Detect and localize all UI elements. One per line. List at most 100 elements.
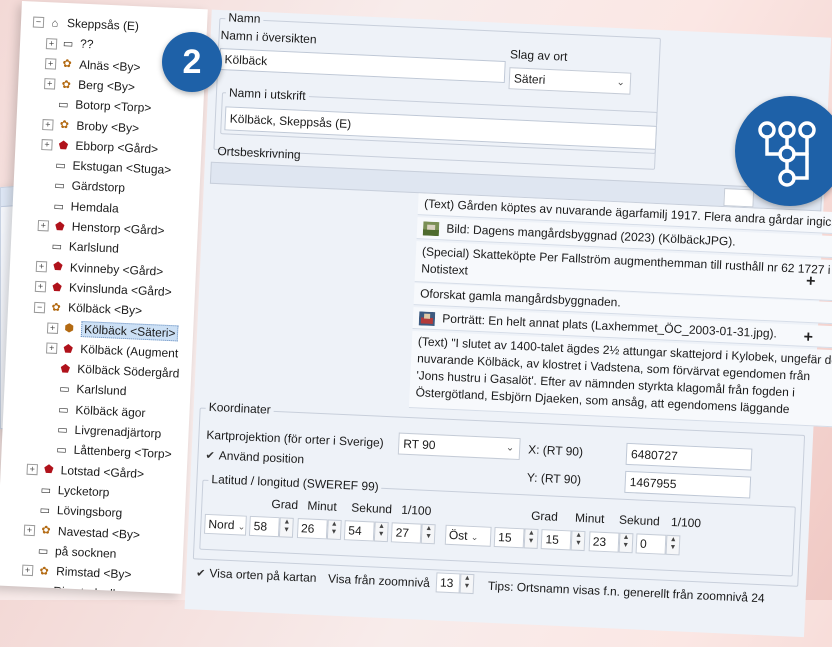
- tree-node-label: Ebborp <Gård>: [75, 138, 159, 157]
- lat-minut-input[interactable]: 26: [296, 518, 328, 540]
- place-icon: ▭: [35, 585, 47, 594]
- farm-icon: ⬟: [51, 281, 63, 294]
- lat-sekund-spinner[interactable]: ▲ ▼: [373, 521, 389, 543]
- lon-grad-input[interactable]: 15: [493, 526, 525, 549]
- portrait-thumbnail-icon: [418, 311, 436, 326]
- zoom-label: Visa från zoomnivå: [327, 571, 431, 591]
- region-icon: ⌂: [51, 17, 59, 30]
- zoom-input[interactable]: 13: [435, 572, 461, 594]
- expand-icon[interactable]: +: [26, 463, 38, 476]
- kartprojektion-value: RT 90: [402, 436, 436, 453]
- expand-icon[interactable]: +: [37, 220, 50, 232]
- lon-sekund-spinner[interactable]: ▲ ▼: [618, 532, 634, 554]
- app-scene: − ⌂ Skeppsås (E) + ▭?? + ✿ Alnäs <By> + ✿ Berg <By…: [0, 0, 832, 638]
- lat-direction-select[interactable]: Nord ⌄: [203, 513, 247, 536]
- village-icon: ✿: [59, 119, 70, 132]
- chevron-down-icon: ⌄: [237, 521, 246, 532]
- add-plus-icon[interactable]: +: [803, 329, 813, 347]
- slag-value: Säteri: [513, 71, 546, 87]
- hierarchy-glyph: [758, 121, 816, 187]
- farm-icon: ⬟: [63, 342, 74, 356]
- tree-node-label: Botorp <Torp>: [75, 97, 152, 116]
- expand-icon[interactable]: +: [45, 37, 58, 50]
- farm-icon: ⬟: [58, 139, 69, 152]
- expand-icon[interactable]: +: [34, 281, 47, 293]
- manor-icon: ⬢: [64, 322, 75, 336]
- lon-hundra-spinner[interactable]: ▲ ▼: [665, 534, 681, 556]
- expand-icon[interactable]: +: [21, 565, 34, 577]
- tree-node-label: Skeppsås (E): [66, 16, 140, 34]
- tree-node-label: Gärdstorp: [71, 178, 126, 196]
- chevron-down-icon: ⌄: [470, 531, 479, 543]
- lon-minut-input[interactable]: 15: [541, 529, 572, 551]
- step-number-badge: 2: [162, 32, 222, 92]
- place-icon: ▭: [53, 200, 65, 213]
- lat-minut-spinner[interactable]: ▲ ▼: [326, 519, 342, 541]
- lat-minut-header: Minut: [307, 498, 338, 514]
- expand-icon[interactable]: +: [46, 342, 58, 355]
- tree-node-label: Navestad <By>: [57, 523, 141, 542]
- tree-node-label: Rimstad <By>: [55, 564, 132, 582]
- lon-direction-select[interactable]: Öst ⌄: [444, 524, 492, 547]
- tree-node-label: Berg <By>: [77, 77, 136, 95]
- expand-icon[interactable]: +: [41, 139, 53, 151]
- expand-icon[interactable]: +: [44, 58, 57, 70]
- place-icon: ▭: [57, 423, 69, 437]
- place-icon: ▭: [55, 159, 67, 173]
- zoom-spinner[interactable]: ▲ ▼: [459, 573, 475, 595]
- x-label: X: (RT 90): [527, 442, 584, 459]
- tree-node-label: Livgrenadjärtorp: [74, 422, 162, 441]
- tree-node[interactable]: + ▭??: [45, 32, 94, 54]
- lon-sekund-header: Sekund: [618, 512, 661, 529]
- tree-node-label: Kölbäck Södergård: [77, 361, 180, 381]
- lat-sekund-input[interactable]: 54: [343, 520, 375, 542]
- expand-icon[interactable]: +: [43, 78, 56, 90]
- lon-hundra-input[interactable]: 0: [635, 533, 667, 555]
- tree-node-label: Rimstadvallen: [52, 584, 129, 594]
- lat-hundra-header: 1/100: [400, 502, 432, 519]
- expand-icon[interactable]: +: [42, 118, 54, 131]
- lon-minut-spinner[interactable]: ▲ ▼: [571, 530, 586, 552]
- collapse-icon[interactable]: −: [33, 301, 46, 313]
- tree-node-label: Kölbäck ägor: [75, 402, 146, 420]
- tree-node-label: Lotstad <Gård>: [60, 462, 145, 481]
- lon-sekund-input[interactable]: 23: [588, 531, 620, 553]
- expand-icon[interactable]: +: [23, 524, 36, 536]
- lon-grad-spinner[interactable]: ▲ ▼: [523, 528, 539, 549]
- farm-icon: ⬟: [52, 261, 63, 274]
- namn-group-title: Namn: [225, 10, 264, 26]
- tree-node-label: Henstorp <Gård>: [71, 219, 165, 238]
- place-icon: ▭: [62, 38, 74, 51]
- lat-direction-value: Nord: [208, 517, 235, 533]
- village-icon: ✿: [41, 524, 51, 538]
- photo-thumbnail-icon: [422, 221, 440, 236]
- lat-grad-input[interactable]: 58: [249, 515, 281, 538]
- place-icon: ▭: [54, 179, 66, 193]
- hierarchy-icon: [735, 96, 832, 206]
- tree-node-label: Ekstugan <Stuga>: [72, 158, 172, 178]
- add-plus-icon[interactable]: +: [806, 273, 816, 291]
- visa-orten-label: Visa orten på kartan: [209, 566, 317, 585]
- tree-node-label: Hemdala: [70, 199, 120, 216]
- expand-icon[interactable]: +: [46, 322, 59, 334]
- lon-grad-header: Grad: [530, 508, 559, 524]
- visa-orten-checkbox[interactable]: ✔ Visa orten på kartan: [196, 565, 317, 585]
- lat-hundra-spinner[interactable]: ▲ ▼: [421, 523, 437, 545]
- place-icon: ▭: [40, 484, 52, 497]
- tree-node-label: ??: [79, 36, 94, 52]
- expand-icon[interactable]: +: [35, 260, 48, 273]
- lat-hundra-input[interactable]: 27: [391, 522, 423, 544]
- collapse-icon[interactable]: −: [32, 16, 45, 29]
- lat-grad-spinner[interactable]: ▲ ▼: [279, 517, 295, 538]
- tree-node-label: Kölbäck <By>: [67, 300, 143, 318]
